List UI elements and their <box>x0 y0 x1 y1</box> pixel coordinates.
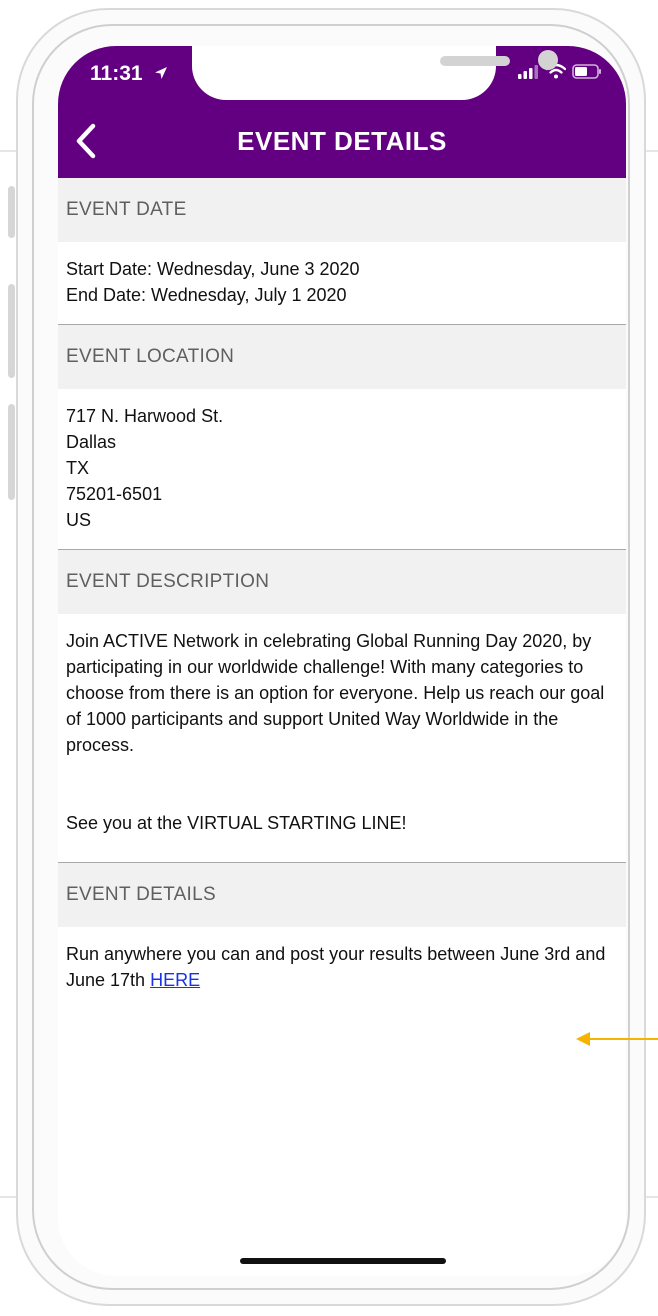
section-body-location: 717 N. Harwood St. Dallas TX 75201-6501 … <box>58 389 626 550</box>
speaker-grille <box>440 56 510 66</box>
section-body-details: Run anywhere you can and post your resul… <box>58 927 626 1009</box>
description-paragraph: Join ACTIVE Network in celebrating Globa… <box>66 631 605 755</box>
address-city: Dallas <box>66 432 117 452</box>
nav-header: EVENT DETAILS <box>58 108 626 178</box>
phone-screen: 11:31 EVENT DETAILS EVENT DATE Start Dat… <box>58 46 626 1276</box>
results-link[interactable]: HERE <box>150 970 200 990</box>
description-closing: See you at the VIRTUAL STARTING LINE! <box>66 813 407 833</box>
address-street: 717 N. Harwood St. <box>66 406 224 426</box>
volume-down-button <box>8 404 15 500</box>
arrow-left-icon <box>576 1032 658 1051</box>
start-date-text: Start Date: Wednesday, June 3 2020 <box>66 259 360 279</box>
section-header-date: EVENT DATE <box>58 178 626 242</box>
section-header-location: EVENT LOCATION <box>58 325 626 389</box>
home-indicator <box>240 1258 446 1264</box>
phone-notch <box>192 46 558 100</box>
end-date-text: End Date: Wednesday, July 1 2020 <box>66 285 347 305</box>
signal-icon <box>518 64 540 84</box>
location-arrow-icon <box>154 66 168 85</box>
mute-switch <box>8 186 15 238</box>
section-header-details: EVENT DETAILS <box>58 863 626 927</box>
address-state: TX <box>66 458 90 478</box>
address-country: US <box>66 510 92 530</box>
section-header-description: EVENT DESCRIPTION <box>58 550 626 614</box>
status-bar: 11:31 <box>58 46 626 108</box>
volume-up-button <box>8 284 15 378</box>
canvas: 11:31 EVENT DETAILS EVENT DATE Start Dat… <box>0 0 658 1316</box>
front-camera <box>538 50 558 70</box>
section-body-description: Join ACTIVE Network in celebrating Globa… <box>58 614 626 863</box>
status-time: 11:31 <box>90 62 143 85</box>
section-body-date: Start Date: Wednesday, June 3 2020 End D… <box>58 242 626 325</box>
event-content: EVENT DATE Start Date: Wednesday, June 3… <box>58 178 626 1009</box>
address-zip: 75201-6501 <box>66 484 163 504</box>
status-icons <box>518 63 602 84</box>
details-text: Run anywhere you can and post your resul… <box>66 944 606 990</box>
battery-icon <box>572 64 602 84</box>
page-title: EVENT DETAILS <box>237 126 447 156</box>
